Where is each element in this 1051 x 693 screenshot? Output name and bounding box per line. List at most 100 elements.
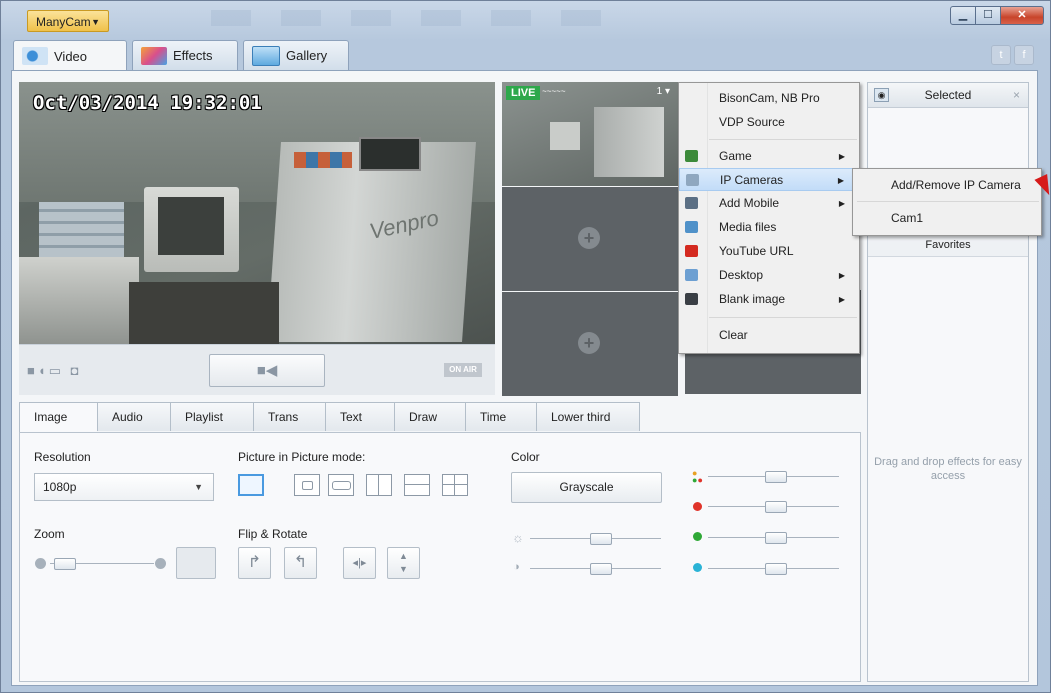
tab-effects[interactable]: Effects	[132, 40, 238, 70]
tile-machine	[594, 107, 664, 177]
video-panel	[359, 137, 421, 171]
sidebar-title: Selected	[924, 88, 972, 102]
capture-mode-icons[interactable]: ■◖▭ ◘	[27, 363, 81, 379]
contrast-slider-thumb[interactable]	[590, 563, 612, 575]
zoom-preview-box[interactable]	[176, 547, 216, 579]
favorites-header[interactable]: Favorites	[868, 233, 1028, 257]
video-timestamp: Oct/03/2014 19:32:01	[33, 92, 262, 114]
resolution-select[interactable]: 1080p ▼	[34, 473, 214, 501]
video-shelf	[19, 257, 139, 344]
preview-tile-3[interactable]: +	[502, 292, 678, 396]
preview-tile-2[interactable]: +	[502, 187, 678, 291]
grayscale-button[interactable]: Grayscale	[511, 472, 662, 503]
settings-tabs: Image Audio Playlist Trans Text Draw Tim…	[19, 402, 640, 433]
sidebar-header: ◉ Selected ×	[868, 83, 1028, 108]
rotate-left-icon: ↰	[293, 554, 308, 571]
tab-text[interactable]: Text	[325, 402, 394, 431]
brightness-slider-thumb[interactable]	[590, 533, 612, 545]
pip-double-icon	[332, 481, 351, 490]
gallery-icon	[252, 45, 280, 66]
blue-slider-thumb[interactable]	[765, 563, 787, 575]
record-button[interactable]: ■◀	[209, 354, 325, 387]
rgb-all-icon: ● ●●	[692, 468, 703, 485]
video-screen	[158, 197, 224, 255]
tab-lower-third[interactable]: Lower third	[536, 402, 640, 431]
flip-horizontal-button[interactable]: ◂|▸	[343, 547, 376, 579]
menu-item-add-mobile[interactable]: Add Mobile ▶	[679, 192, 857, 215]
pip-mode-split-vertical-button[interactable]	[366, 474, 392, 496]
menu-item-label: Add Mobile	[719, 196, 780, 210]
zoom-in-icon[interactable]	[155, 558, 166, 569]
menu-item-clear[interactable]: Clear	[679, 324, 857, 347]
pip-mode-single-button[interactable]	[238, 474, 264, 496]
pip-mode-quad-button[interactable]	[442, 474, 468, 496]
menu-item-vdp-source[interactable]: VDP Source	[679, 111, 857, 134]
green-slider-thumb[interactable]	[765, 532, 787, 544]
app-menu-button[interactable]: ManyCam ▼	[27, 10, 109, 32]
menu-item-label: BisonCam, NB Pro	[719, 91, 820, 105]
flip-vertical-button[interactable]: ▲ ▼	[387, 547, 420, 579]
pip-vsplit-icon	[378, 475, 379, 495]
submenu-item-label: Add/Remove IP Camera	[891, 178, 1021, 192]
minimize-button[interactable]: ▁	[950, 6, 976, 25]
tab-playlist[interactable]: Playlist	[170, 402, 253, 431]
preview-tile-1[interactable]: LIVE ~~~~~ 1 ▾	[502, 82, 678, 186]
chevron-right-icon: ▶	[837, 176, 844, 185]
live-badge: LIVE	[506, 86, 541, 100]
chevron-down-icon: ▼	[91, 17, 100, 27]
add-source-icon[interactable]: +	[578, 227, 600, 249]
pip-mode-split-horizontal-button[interactable]	[404, 474, 430, 496]
green-channel-icon	[693, 532, 702, 541]
menu-item-youtube-url[interactable]: YouTube URL	[679, 240, 857, 263]
menu-item-ip-cameras[interactable]: IP Cameras ▶	[679, 168, 857, 191]
chevron-right-icon: ▶	[838, 152, 845, 161]
brightness-icon: ☼	[512, 530, 524, 545]
close-icon[interactable]: ×	[1013, 83, 1020, 107]
menu-separator	[709, 139, 857, 140]
tab-image[interactable]: Image	[19, 402, 97, 433]
tab-audio[interactable]: Audio	[97, 402, 170, 431]
pip-quad-h-icon	[443, 484, 467, 485]
rotate-right-button[interactable]: ↱	[238, 547, 271, 579]
rgb-slider-thumb[interactable]	[765, 471, 787, 483]
tab-video[interactable]: Video	[13, 40, 127, 71]
tile-source-number[interactable]: 1 ▾	[657, 86, 670, 97]
video-box	[39, 202, 124, 257]
tab-gallery[interactable]: Gallery	[243, 40, 349, 70]
pip-mode-small-button[interactable]	[294, 474, 320, 496]
submenu-item-add-remove-ip-camera[interactable]: Add/Remove IP Camera	[853, 173, 1039, 197]
video-desk	[129, 282, 279, 344]
resolution-value: 1080p	[43, 480, 77, 494]
eye-icon[interactable]: ◉	[874, 88, 889, 102]
tab-draw[interactable]: Draw	[394, 402, 465, 431]
menu-item-desktop[interactable]: Desktop ▶	[679, 264, 857, 287]
tab-time[interactable]: Time	[465, 402, 536, 431]
tab-video-label: Video	[54, 48, 88, 64]
menu-item-label: Media files	[719, 220, 777, 234]
maximize-button[interactable]: ☐	[975, 6, 1001, 25]
twitter-icon[interactable]: t	[991, 45, 1011, 65]
add-source-icon[interactable]: +	[578, 332, 600, 354]
rotate-right-icon: ↱	[247, 554, 262, 571]
tile-monitor	[550, 122, 580, 150]
on-air-badge[interactable]: ON AIR	[444, 363, 482, 377]
red-slider-thumb[interactable]	[765, 501, 787, 513]
zoom-slider-thumb[interactable]	[54, 558, 76, 570]
tab-trans[interactable]: Trans	[253, 402, 325, 431]
rotate-left-button[interactable]: ↰	[284, 547, 317, 579]
webcam-icon	[22, 47, 48, 65]
menu-item-media-files[interactable]: Media files	[679, 216, 857, 239]
pip-small-icon	[302, 481, 313, 490]
video-control-bar: ■◖▭ ◘ ■◀ ON AIR	[19, 344, 495, 395]
submenu-item-cam1[interactable]: Cam1	[853, 206, 1039, 230]
pip-mode-double-button[interactable]	[328, 474, 354, 496]
blue-channel-icon	[693, 563, 702, 572]
source-menu: BisonCam, NB Pro VDP Source Game ▶ IP Cam…	[678, 82, 860, 354]
menu-item-game[interactable]: Game ▶	[679, 145, 857, 168]
pip-quad-v-icon	[454, 475, 455, 495]
facebook-icon[interactable]: f	[1014, 45, 1034, 65]
menu-item-bisoncam[interactable]: BisonCam, NB Pro	[679, 87, 857, 110]
menu-item-blank-image[interactable]: Blank image ▶	[679, 288, 857, 311]
close-button[interactable]: ✕	[1000, 6, 1044, 25]
zoom-out-icon[interactable]	[35, 558, 46, 569]
